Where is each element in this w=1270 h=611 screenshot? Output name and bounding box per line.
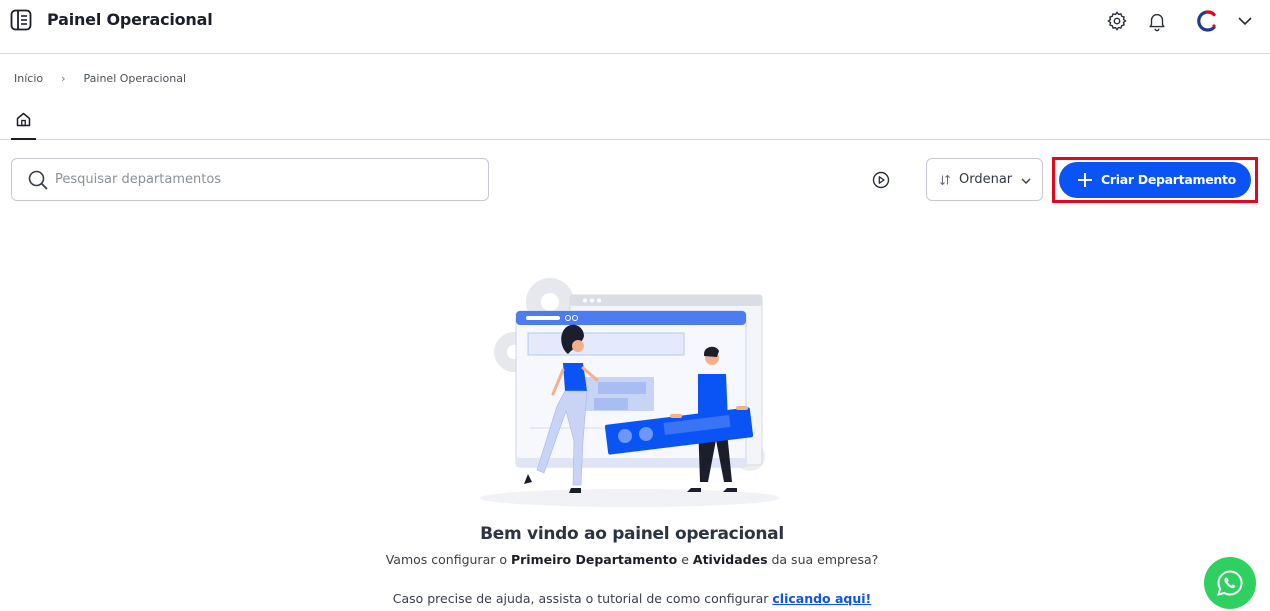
search-icon	[28, 170, 48, 190]
welcome-subtitle-suffix: da sua empresa?	[767, 552, 879, 567]
help-text: Caso precise de ajuda, assista o tutoria…	[0, 591, 1264, 606]
breadcrumb-current: Painel Operacional	[83, 72, 187, 85]
first-department-text: Primeiro Departamento	[510, 552, 678, 567]
sort-button[interactable]: Ordenar	[926, 158, 1043, 201]
sort-label: Ordenar	[959, 172, 1013, 187]
welcome-subtitle-and: e	[677, 552, 693, 567]
empty-state-illustration	[480, 278, 780, 507]
user-avatar[interactable]	[1195, 9, 1219, 33]
whatsapp-icon	[1217, 570, 1243, 596]
help-text-prefix: Caso precise de ajuda, assista o tutoria…	[392, 591, 773, 606]
page-title: Painel Operacional	[47, 10, 213, 29]
bell-icon[interactable]	[1146, 10, 1168, 32]
welcome-subtitle: Vamos configurar o Primeiro Departamento…	[0, 552, 1264, 567]
chevron-down-icon	[1021, 178, 1031, 184]
activities-text: Atividades	[692, 552, 768, 567]
tab-home[interactable]	[11, 104, 36, 140]
tutorial-link[interactable]: clicando aqui!	[772, 591, 871, 606]
breadcrumb: Início › Painel Operacional	[14, 72, 186, 85]
breadcrumb-home[interactable]: Início	[14, 72, 43, 85]
home-icon	[16, 112, 31, 127]
chevron-down-icon[interactable]	[1236, 13, 1254, 29]
plus-icon	[1078, 173, 1092, 187]
gear-icon[interactable]	[1106, 10, 1128, 32]
create-department-label: Criar Departamento	[1101, 172, 1236, 187]
tab-bar	[0, 104, 1270, 140]
top-bar: Painel Operacional	[0, 0, 1270, 54]
sort-icon	[940, 174, 950, 186]
whatsapp-button[interactable]	[1204, 557, 1256, 609]
play-circle-icon[interactable]	[872, 171, 890, 189]
create-button-highlight: Criar Departamento	[1052, 157, 1258, 203]
welcome-title: Bem vindo ao painel operacional	[480, 524, 784, 544]
welcome-subtitle-prefix: Vamos configurar o	[385, 552, 511, 567]
create-department-button[interactable]: Criar Departamento	[1059, 162, 1251, 198]
search-input[interactable]	[55, 159, 475, 200]
chevron-right-icon: ›	[61, 72, 66, 85]
search-box	[11, 158, 489, 201]
menu-book-icon[interactable]	[10, 9, 32, 31]
